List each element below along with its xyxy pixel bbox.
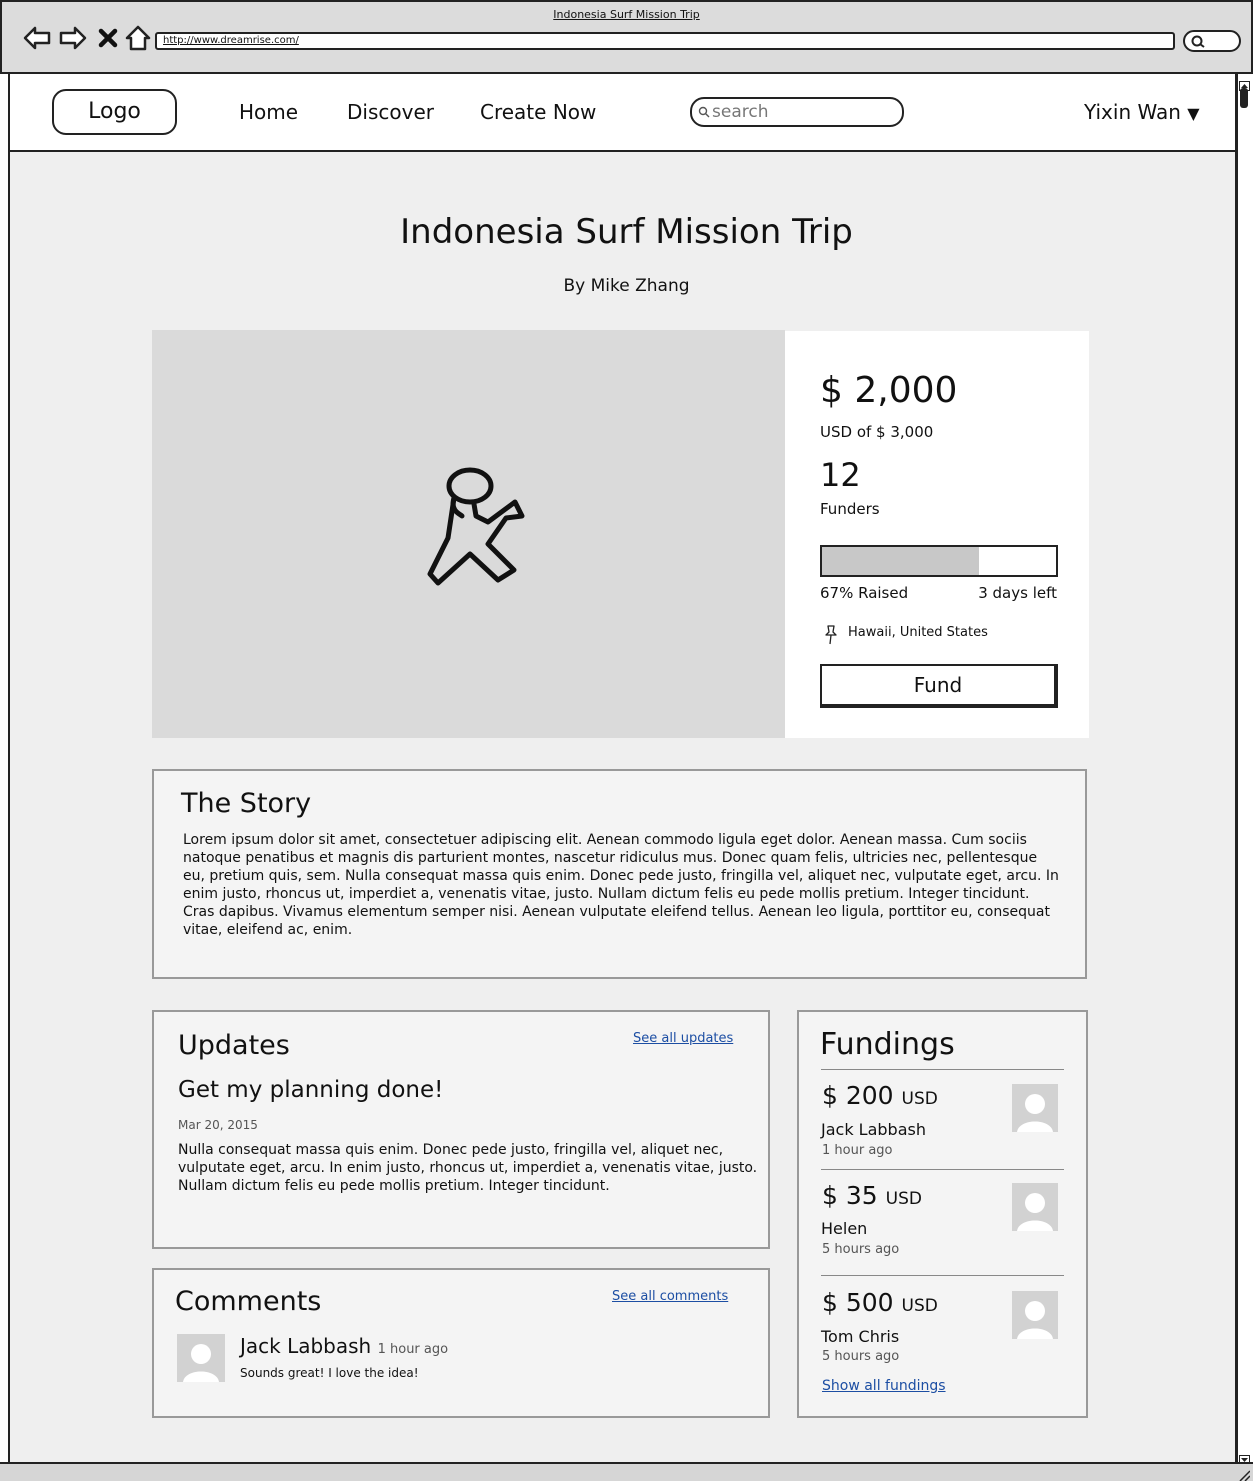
divider <box>821 1169 1064 1170</box>
funding-currency: USD <box>885 1189 922 1209</box>
funder-name[interactable]: Tom Chris <box>821 1327 899 1346</box>
close-icon[interactable] <box>96 22 120 54</box>
funder-name[interactable]: Helen <box>821 1219 867 1238</box>
funding-amount: $ 200 USD <box>822 1081 938 1110</box>
search-icon <box>1191 35 1205 48</box>
site-logo[interactable]: Logo <box>52 89 177 135</box>
fundings-title: Fundings <box>820 1027 955 1062</box>
funding-time: 5 hours ago <box>822 1242 900 1257</box>
resize-grip-icon[interactable] <box>1236 1466 1251 1481</box>
days-left: 3 days left <box>978 584 1057 602</box>
funding-currency: USD <box>901 1296 938 1316</box>
running-figure-icon <box>418 466 533 592</box>
pin-icon <box>822 624 840 646</box>
percent-raised: 67% Raised <box>820 584 909 602</box>
window-title: Indonesia Surf Mission Trip <box>553 8 700 21</box>
funder-count: 12 <box>820 456 861 494</box>
story-body: Lorem ipsum dolor sit amet, consectetuer… <box>183 832 1059 938</box>
home-icon[interactable] <box>124 22 152 54</box>
status-bar <box>0 1462 1253 1481</box>
address-url: http://www.dreamrise.com/ <box>163 35 299 46</box>
funding-time: 5 hours ago <box>822 1349 900 1364</box>
funding-amount: $ 500 USD <box>822 1288 938 1317</box>
user-menu[interactable]: Yixin Wan ▼ <box>1084 100 1200 124</box>
progress-fill <box>822 547 979 575</box>
updates-title: Updates <box>178 1030 290 1061</box>
scroll-down-arrow-icon[interactable] <box>1239 1450 1250 1465</box>
divider <box>821 1069 1064 1070</box>
back-arrow-icon[interactable] <box>22 22 52 54</box>
address-bar[interactable]: http://www.dreamrise.com/ <box>155 32 1175 50</box>
story-title: The Story <box>181 788 312 819</box>
divider <box>821 1275 1064 1276</box>
comment-author[interactable]: Jack Labbash <box>240 1334 371 1358</box>
update-date: Mar 20, 2015 <box>178 1118 258 1132</box>
comment-time: 1 hour ago <box>377 1342 449 1357</box>
search-input[interactable]: search <box>690 97 904 127</box>
site-header <box>10 74 1235 152</box>
funding-amount-value: $ 35 <box>822 1181 878 1210</box>
funding-time: 1 hour ago <box>822 1143 893 1158</box>
chevron-down-icon: ▼ <box>1187 104 1200 123</box>
comment-text: Sounds great! I love the idea! <box>240 1366 419 1380</box>
project-author[interactable]: By Mike Zhang <box>0 276 1253 296</box>
user-avatar-icon[interactable] <box>177 1334 225 1382</box>
update-body: Nulla consequat massa quis enim. Donec p… <box>178 1142 758 1194</box>
comments-title: Comments <box>175 1286 322 1317</box>
browser-search-button[interactable] <box>1183 30 1241 52</box>
nav-home[interactable]: Home <box>239 100 298 124</box>
scroll-thumb[interactable] <box>1240 88 1248 108</box>
funder-label: Funders <box>820 500 880 518</box>
comment-author-line: Jack Labbash 1 hour ago <box>240 1334 448 1358</box>
search-placeholder: search <box>712 102 769 122</box>
update-heading[interactable]: Get my planning done! <box>178 1077 443 1103</box>
forward-arrow-icon[interactable] <box>58 22 88 54</box>
show-all-fundings-link[interactable]: Show all fundings <box>822 1378 946 1394</box>
funding-currency: USD <box>901 1089 938 1109</box>
funding-amount: $ 35 USD <box>822 1181 922 1210</box>
amount-raised: $ 2,000 <box>820 370 958 411</box>
nav-create-now[interactable]: Create Now <box>480 100 596 124</box>
see-all-updates-link[interactable]: See all updates <box>633 1031 733 1046</box>
scroll-up-arrow-icon[interactable] <box>1239 76 1250 91</box>
search-icon <box>698 106 710 118</box>
see-all-comments-link[interactable]: See all comments <box>612 1289 728 1304</box>
fund-button[interactable]: Fund <box>820 664 1058 708</box>
user-avatar-icon[interactable] <box>1012 1084 1058 1132</box>
user-avatar-icon[interactable] <box>1012 1183 1058 1231</box>
user-name: Yixin Wan <box>1084 100 1181 124</box>
funding-goal: USD of $ 3,000 <box>820 423 934 441</box>
funder-name[interactable]: Jack Labbash <box>821 1120 926 1139</box>
funding-amount-value: $ 500 <box>822 1288 894 1317</box>
funding-progress-bar <box>820 545 1058 577</box>
nav-discover[interactable]: Discover <box>347 100 434 124</box>
user-avatar-icon[interactable] <box>1012 1291 1058 1339</box>
project-title: Indonesia Surf Mission Trip <box>400 212 853 252</box>
project-location: Hawaii, United States <box>848 625 988 640</box>
funding-amount-value: $ 200 <box>822 1081 894 1110</box>
